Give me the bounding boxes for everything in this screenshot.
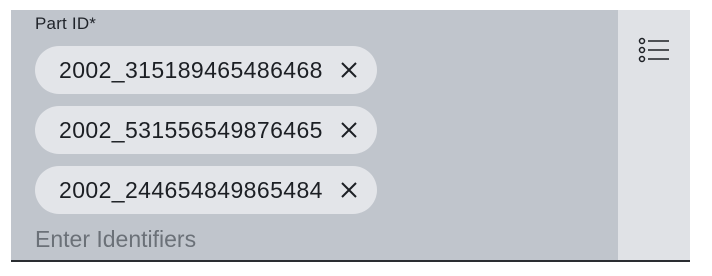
identifier-input[interactable] <box>35 224 595 254</box>
chip-label: 2002_244654849865484 <box>59 176 323 203</box>
part-id-input-area[interactable]: Part ID* 2002_315189465486468 2002_53155… <box>11 10 618 260</box>
identifier-chip[interactable]: 2002_531556549876465 <box>35 106 377 154</box>
part-id-field: Part ID* 2002_315189465486468 2002_53155… <box>11 10 690 262</box>
chip-label: 2002_531556549876465 <box>59 116 323 143</box>
close-icon[interactable] <box>337 118 361 142</box>
chip-label: 2002_315189465486468 <box>59 56 323 83</box>
identifier-chip[interactable]: 2002_244654849865484 <box>35 166 377 214</box>
list-icon <box>638 36 670 69</box>
chip-list: 2002_315189465486468 2002_53155654987646… <box>35 46 377 214</box>
field-label: Part ID* <box>35 14 97 33</box>
field-side-panel <box>618 10 690 260</box>
list-button[interactable] <box>634 32 674 72</box>
close-icon[interactable] <box>337 58 361 82</box>
identifier-chip[interactable]: 2002_315189465486468 <box>35 46 377 94</box>
close-icon[interactable] <box>337 178 361 202</box>
